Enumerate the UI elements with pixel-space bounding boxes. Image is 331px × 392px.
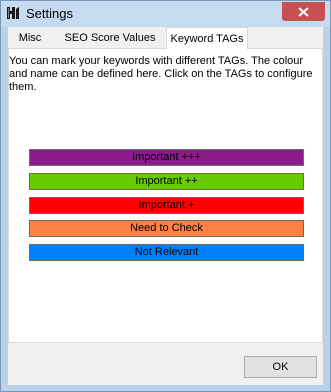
tag-label: Important + xyxy=(138,199,195,211)
tag-label: Important +++ xyxy=(132,151,201,163)
title-bar[interactable]: Settings xyxy=(1,1,330,27)
settings-window: Settings Misc SEO Score Values Keyword T… xyxy=(0,0,331,392)
tag-label: Not Relevant xyxy=(134,246,199,258)
tab-bar: Misc SEO Score Values Keyword TAGs xyxy=(8,27,323,49)
close-button[interactable] xyxy=(282,2,325,21)
tag-need-to-check[interactable]: Need to Check xyxy=(29,220,304,237)
app-logo-icon xyxy=(6,6,20,20)
tag-not-relevant[interactable]: Not Relevant xyxy=(29,244,304,261)
tab-keyword-tags[interactable]: Keyword TAGs xyxy=(166,27,248,49)
tag-important-2[interactable]: Important ++ xyxy=(29,173,304,190)
tab-misc[interactable]: Misc xyxy=(10,29,50,48)
panel-description: You can mark your keywords with differen… xyxy=(9,55,313,93)
keyword-tags-panel: You can mark your keywords with differen… xyxy=(8,48,323,343)
tag-label: Important ++ xyxy=(135,175,198,187)
tag-label: Need to Check xyxy=(130,222,203,234)
ok-button[interactable]: OK xyxy=(244,356,317,378)
tag-important-3[interactable]: Important +++ xyxy=(29,149,304,166)
client-area: Misc SEO Score Values Keyword TAGs You c… xyxy=(8,27,323,385)
close-icon xyxy=(298,7,309,17)
window-title: Settings xyxy=(26,6,73,21)
tab-seo-score-values[interactable]: SEO Score Values xyxy=(54,29,166,48)
tag-important-1[interactable]: Important + xyxy=(29,197,304,214)
dialog-footer: OK xyxy=(8,343,323,385)
